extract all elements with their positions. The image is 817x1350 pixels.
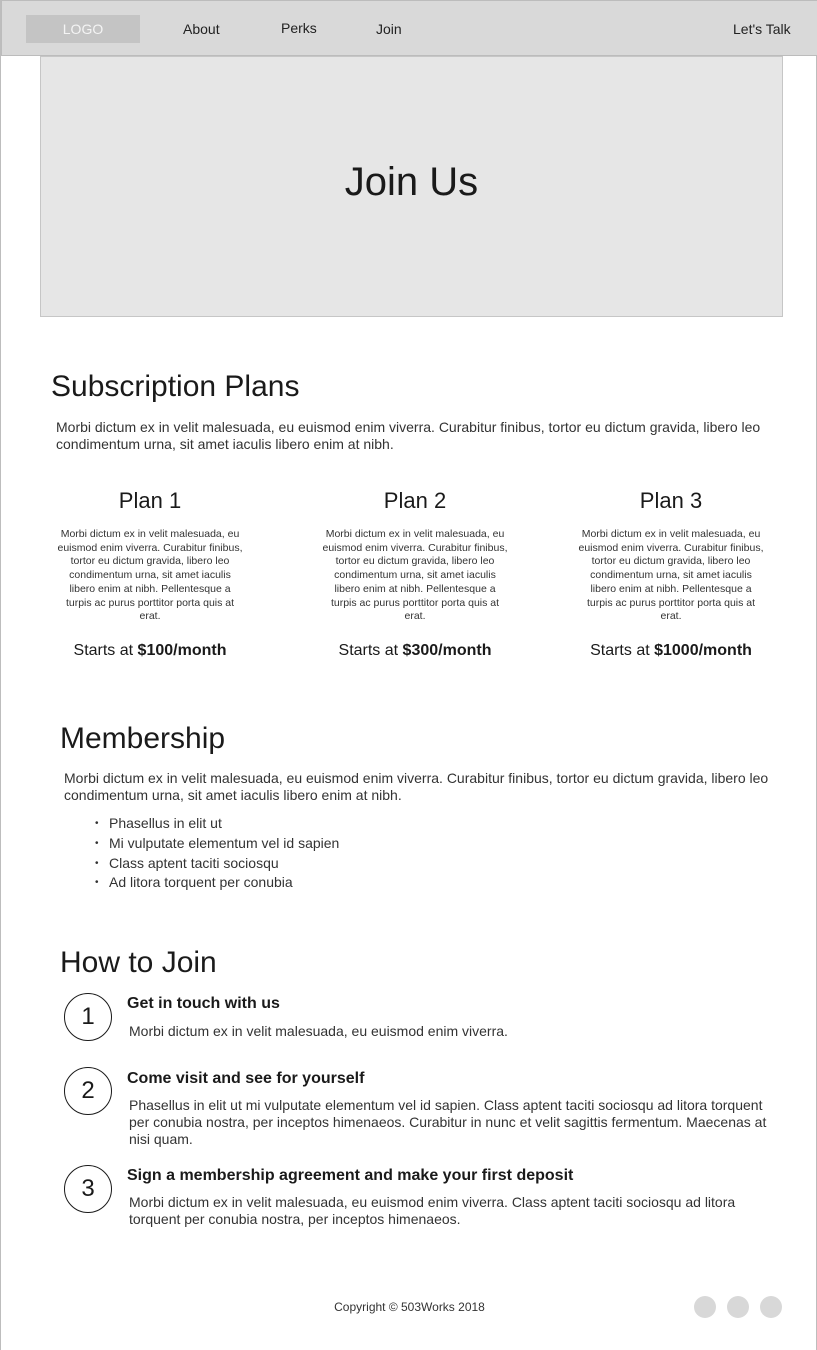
plan-name: Plan 3 [639, 488, 703, 513]
hero-title: Join Us [344, 160, 479, 204]
plan-price: Starts at $100/month [55, 642, 245, 660]
plan-price-value: $300/month [402, 641, 492, 659]
membership-list: Phasellus in elit ut Mi vulputate elemen… [95, 814, 339, 893]
social-icon-3[interactable] [760, 1296, 782, 1318]
list-item: Phasellus in elit ut [95, 814, 339, 834]
subscription-intro: Morbi dictum ex in velit malesuada, eu e… [56, 419, 761, 452]
membership-intro: Morbi dictum ex in velit malesuada, eu e… [64, 770, 769, 803]
step-title-2: Come visit and see for yourself [127, 1070, 365, 1087]
social-icon-2[interactable] [727, 1296, 749, 1318]
how-to-join-title: How to Join [60, 946, 217, 979]
step-title-1: Get in touch with us [127, 995, 280, 1012]
plan-price-prefix: Starts at [590, 641, 650, 659]
plan-price-prefix: Starts at [73, 641, 134, 659]
plan-card-2: Plan 2 Morbi dictum ex in velit malesuad… [320, 488, 510, 660]
hero-banner: Join Us [40, 56, 783, 317]
plan-price: Starts at $300/month [320, 642, 510, 660]
step-text-2: Phasellus in elit ut mi vulputate elemen… [129, 1097, 767, 1147]
nav-link-about[interactable]: About [183, 21, 220, 37]
list-item: Ad litora torquent per conubia [95, 873, 339, 893]
plan-card-3: Plan 3 Morbi dictum ex in velit malesuad… [576, 488, 766, 660]
logo[interactable]: LOGO [26, 15, 140, 43]
plan-price-prefix: Starts at [338, 641, 399, 659]
step-number-2: 2 [64, 1067, 112, 1115]
plan-description: Morbi dictum ex in velit malesuada, eu e… [322, 528, 508, 623]
step-text-1: Morbi dictum ex in velit malesuada, eu e… [129, 1023, 508, 1039]
social-icon-1[interactable] [694, 1296, 716, 1318]
nav-link-perks[interactable]: Perks [281, 20, 317, 36]
subscription-title: Subscription Plans [51, 370, 300, 403]
plan-price: Starts at $1000/month [576, 642, 766, 660]
plan-card-1: Plan 1 Morbi dictum ex in velit malesuad… [55, 488, 245, 660]
list-item: Class aptent taciti sociosqu [95, 854, 339, 874]
nav-link-join[interactable]: Join [376, 21, 402, 37]
plan-price-value: $100/month [137, 641, 227, 659]
plan-name: Plan 2 [383, 488, 447, 513]
membership-title: Membership [60, 722, 226, 755]
step-number-1: 1 [64, 993, 112, 1041]
top-nav: LOGO About Perks Join Let's Talk [1, 0, 817, 56]
plan-name: Plan 1 [118, 488, 182, 513]
nav-cta-lets-talk[interactable]: Let's Talk [733, 21, 791, 37]
step-text-3: Morbi dictum ex in velit malesuada, eu e… [129, 1194, 736, 1227]
list-item: Mi vulputate elementum vel id sapien [95, 834, 339, 854]
plan-description: Morbi dictum ex in velit malesuada, eu e… [578, 528, 764, 623]
plan-price-value: $1000/month [654, 641, 752, 659]
step-number-3: 3 [64, 1165, 112, 1213]
step-title-3: Sign a membership agreement and make you… [127, 1167, 574, 1184]
plan-description: Morbi dictum ex in velit malesuada, eu e… [57, 528, 243, 623]
